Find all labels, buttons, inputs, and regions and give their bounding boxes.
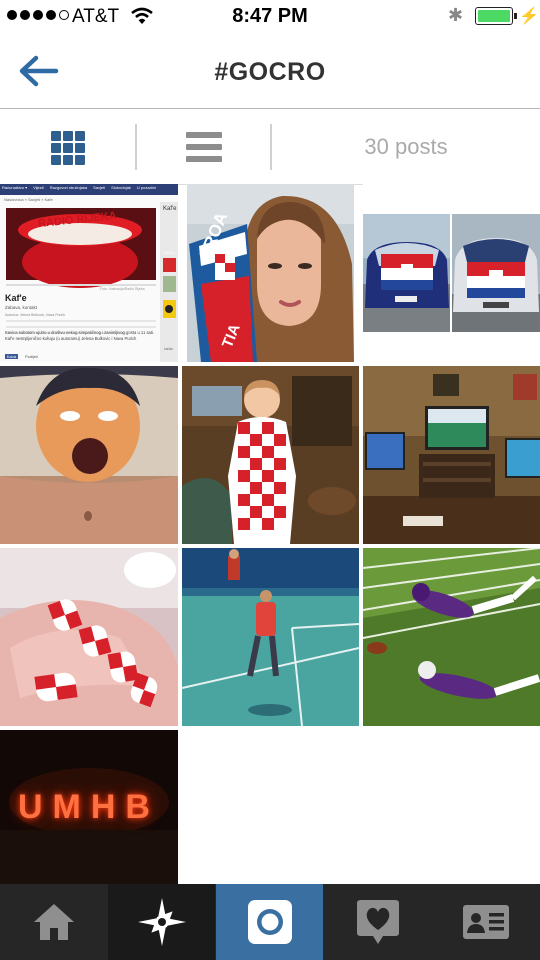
- photo-thumbnail[interactable]: Računalstvo ▾ Vijesti Razgovori stručnja…: [0, 184, 178, 362]
- tab-activity[interactable]: [324, 884, 431, 960]
- charging-icon: ⚡: [519, 8, 539, 25]
- article-subtitle: Zabava, kontakt: [5, 305, 38, 310]
- divider: [135, 124, 137, 170]
- grid-view-button[interactable]: [40, 126, 96, 170]
- photo-thumbnail[interactable]: [182, 548, 359, 726]
- bottom-tab-bar: [0, 884, 540, 960]
- photo-thumbnail[interactable]: [0, 366, 178, 544]
- grid-view-icon: [51, 131, 85, 165]
- sign-text: UMHB: [18, 788, 160, 826]
- photo-thumbnail[interactable]: [0, 548, 178, 726]
- site-nav-item: U pozadini: [136, 185, 156, 190]
- tennis-player: [182, 548, 359, 726]
- photo-thumbnail[interactable]: [363, 366, 540, 544]
- view-toggle-bar: 30 posts: [0, 110, 540, 185]
- photo-thumbnail[interactable]: [363, 184, 540, 362]
- site-nav: Računalstvo ▾ Vijesti Razgovori stručnja…: [2, 185, 156, 190]
- camera-icon: [247, 900, 292, 944]
- share-badge: Kava: [5, 354, 19, 359]
- activity-heart-icon: [356, 900, 399, 944]
- side-banner-text: HRVA: [164, 250, 175, 255]
- share-label: Podijeli: [25, 354, 38, 359]
- bluetooth-icon: ✱: [448, 5, 464, 25]
- side-banner-text: radio: [164, 346, 173, 351]
- list-view-button[interactable]: [176, 126, 232, 170]
- nav-header: #GOCRO: [0, 34, 540, 109]
- site-nav-item: Računalstvo ▾: [2, 185, 28, 190]
- child-in-croatia-jersey: [182, 366, 359, 544]
- living-room-tvs: [363, 366, 540, 544]
- site-breadcrumb: Naslovnica » Savjeti » Kafe: [4, 197, 53, 202]
- site-nav-item: Vijesti: [33, 185, 44, 190]
- article-meta: Autorica: Jelena Bulkovic, Nava Purich: [5, 313, 66, 317]
- page-title: #GOCRO: [214, 58, 326, 86]
- site-nav-item: Savjeti: [93, 185, 106, 190]
- photo-thumbnail[interactable]: [363, 548, 540, 726]
- profile-card-icon: [463, 905, 509, 939]
- photo-thumbnail[interactable]: CROA TIA: [187, 184, 354, 362]
- croatia-nail-art: [0, 548, 178, 726]
- painted-face-shirt: [0, 366, 178, 544]
- tab-profile[interactable]: [432, 884, 540, 960]
- site-nav-item: Razgovori stručnjaka: [49, 185, 88, 190]
- article-heading: Kaf'e: [5, 293, 27, 303]
- article-body: Kavica subotom ujutro u društvu nekog si…: [5, 330, 155, 341]
- photo-thumbnail[interactable]: [182, 366, 359, 544]
- site-side-label: Kaf'e: [163, 206, 177, 212]
- tab-camera[interactable]: [216, 884, 323, 960]
- cars-with-flags: [363, 214, 540, 332]
- home-icon: [33, 904, 74, 940]
- site-nav-item: Slobodnjak: [111, 185, 131, 190]
- photo-caption: Foto: Ilustracija/Radio Rijeka: [100, 287, 145, 291]
- battery-icon: [475, 7, 517, 25]
- tab-explore[interactable]: [108, 884, 215, 960]
- football-diving-catch: [363, 548, 540, 726]
- tab-home[interactable]: [0, 884, 107, 960]
- photo-thumbnail[interactable]: UMHB: [0, 730, 178, 884]
- status-bar: AT&T 8:47 PM ✱ ⚡: [0, 0, 540, 34]
- explore-star-icon: [137, 898, 186, 946]
- posts-count: 30 posts: [364, 134, 448, 159]
